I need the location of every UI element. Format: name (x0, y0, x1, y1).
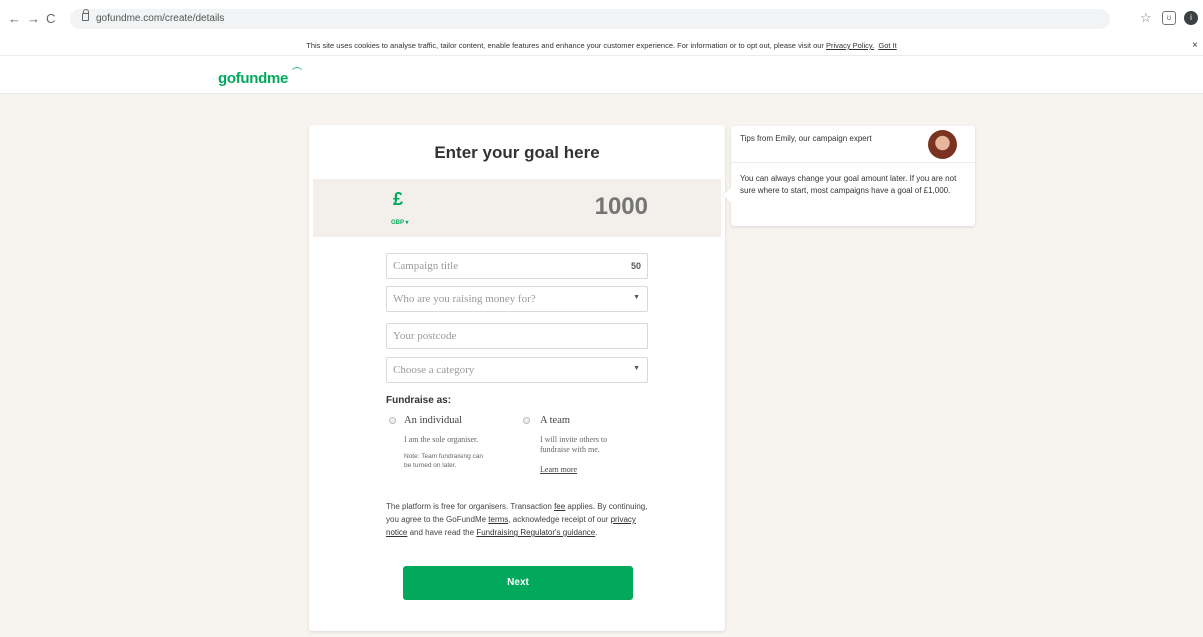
team-option-subtitle-line2: fundraise with me. (540, 445, 600, 454)
postcode-input[interactable]: Your postcode (386, 323, 648, 349)
tips-pointer (722, 187, 738, 203)
postcode-placeholder: Your postcode (393, 330, 457, 342)
individual-note-line2: be turned on later. (404, 462, 457, 469)
terms-notice: The platform is free for organisers. Tra… (386, 500, 656, 539)
individual-option-title[interactable]: An individual (404, 415, 462, 426)
individual-option-subtitle: I am the sole organiser. (404, 435, 479, 444)
team-option-subtitle-line1: I will invite others to (540, 435, 608, 444)
cookie-banner: This site uses cookies to analyse traffi… (0, 38, 1203, 56)
terms-text: . (595, 528, 598, 537)
individual-note-line1: Note: Team fundraising can (404, 453, 484, 460)
terms-text: The platform is free for organisers. Tra… (386, 502, 555, 511)
tips-header: Tips from Emily, our campaign expert (731, 126, 975, 163)
terms-text: , acknowledge receipt of our (508, 515, 611, 524)
terms-link[interactable]: terms (488, 515, 508, 524)
team-option-title[interactable]: A team (540, 415, 570, 426)
team-radio[interactable] (523, 417, 530, 424)
beneficiary-select[interactable]: Who are you raising money for? ▼ (386, 286, 648, 312)
tips-panel: Tips from Emily, our campaign expert You… (722, 126, 975, 226)
logo-sprout-icon: ⌒ (292, 68, 302, 79)
profile-avatar-icon[interactable]: i (1184, 11, 1198, 25)
goal-amount-input[interactable] (568, 193, 648, 221)
goal-amount-section: £ GBP ▾ (313, 179, 721, 237)
back-arrow-icon[interactable]: ← (8, 11, 21, 27)
cookie-message: This site uses cookies to analyse traffi… (306, 41, 826, 50)
page-title: Enter your goal here (434, 143, 600, 162)
extension-icon[interactable]: ʊ (1162, 11, 1176, 25)
category-select[interactable]: Choose a category ▼ (386, 357, 648, 383)
campaign-title-input[interactable]: Campaign title 50 (386, 253, 648, 279)
address-bar-url: gofundme.com/create/details (96, 13, 225, 24)
fundraise-as-label: Fundraise as: (386, 395, 452, 406)
gofundme-logo[interactable]: gofundme (218, 70, 288, 87)
tips-title: Tips from Emily, our campaign expert (740, 134, 872, 143)
individual-radio[interactable] (389, 417, 396, 424)
chevron-down-icon: ▼ (633, 365, 640, 372)
goal-form-card: Enter your goal here £ GBP ▾ Campaign ti… (309, 125, 725, 631)
terms-text: and have read the (407, 528, 477, 537)
character-count: 50 (630, 261, 641, 271)
cookie-banner-text: This site uses cookies to analyse traffi… (0, 41, 1203, 50)
beneficiary-placeholder: Who are you raising money for? (393, 293, 536, 305)
cookie-got-it-link[interactable]: Got It (878, 41, 896, 50)
learn-more-link[interactable]: Learn more (540, 465, 577, 474)
chevron-down-icon: ▼ (633, 294, 640, 301)
site-header: gofundme ⌒ (0, 56, 1203, 94)
cookie-privacy-link[interactable]: Privacy Policy. (826, 41, 874, 50)
campaign-title-placeholder: Campaign title (393, 260, 459, 272)
address-bar[interactable]: gofundme.com/create/details (70, 9, 1110, 29)
reload-icon[interactable]: C (46, 11, 55, 27)
emily-avatar (928, 130, 957, 159)
cookie-close-icon[interactable]: × (1192, 40, 1198, 51)
tips-body: You can always change your goal amount l… (740, 174, 957, 195)
next-button[interactable]: Next (403, 566, 633, 600)
category-placeholder: Choose a category (393, 364, 475, 376)
lock-icon (82, 9, 89, 21)
currency-symbol: £ (393, 189, 404, 209)
browser-toolbar: ← → C gofundme.com/create/details ☆ ʊ i (0, 0, 1203, 38)
forward-arrow-icon[interactable]: → (27, 11, 40, 27)
bookmark-star-icon[interactable]: ☆ (1140, 10, 1152, 26)
fee-link[interactable]: fee (554, 502, 565, 511)
regulator-guidance-link[interactable]: Fundraising Regulator's guidance (476, 528, 595, 537)
currency-selector[interactable]: GBP ▾ (391, 219, 409, 226)
